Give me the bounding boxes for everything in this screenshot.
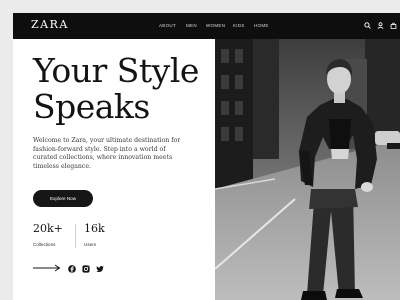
instagram-icon[interactable] — [82, 265, 90, 273]
nav-item-home[interactable]: HOME — [254, 23, 269, 28]
bag-icon[interactable] — [390, 22, 397, 29]
facebook-icon[interactable] — [68, 265, 76, 273]
search-icon[interactable] — [364, 22, 371, 29]
nav-item-women[interactable]: WOMEN — [206, 23, 225, 28]
stat-divider — [75, 224, 76, 248]
nav-item-men[interactable]: MEN — [186, 23, 197, 28]
twitter-icon[interactable] — [96, 265, 104, 273]
stat-users-value: 16k — [84, 222, 105, 235]
hero-headline: Your Style Speaks — [33, 51, 199, 126]
explore-now-button[interactable]: Explore Now — [33, 190, 93, 207]
hero-content: Your Style Speaks Welcome to Zara, your … — [13, 39, 215, 300]
arrow-right-icon[interactable] — [33, 264, 61, 272]
logo[interactable]: ZARA — [31, 18, 69, 31]
stat-collections-label: Collections — [33, 242, 56, 247]
hero-photo — [215, 39, 400, 300]
nav-item-about[interactable]: ABOUT — [159, 23, 176, 28]
stat-users-label: Users — [84, 242, 96, 247]
top-navigation-bar: ZARA ABOUT MEN WOMEN KIDS HOME — [13, 13, 400, 39]
nav-item-kids[interactable]: KIDS — [233, 23, 245, 28]
hero-tagline: Welcome to Zara, your ultimate destinati… — [33, 137, 181, 170]
stat-collections-value: 20k+ — [33, 222, 63, 235]
landing-page: ZARA ABOUT MEN WOMEN KIDS HOME Your Styl… — [13, 13, 400, 300]
user-icon[interactable] — [377, 22, 384, 29]
